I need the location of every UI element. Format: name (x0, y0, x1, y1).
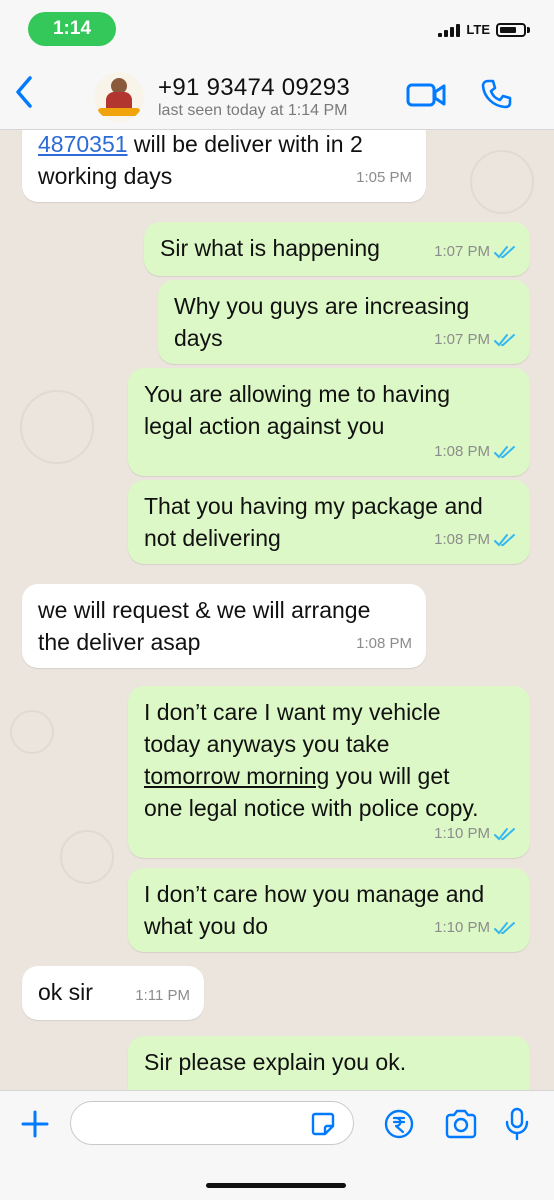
status-time: 1:14 (28, 12, 116, 46)
message-bubble-outgoing[interactable]: Sir what is happening 1:07 PM (144, 222, 530, 276)
message-time: 1:08 PM (434, 443, 490, 460)
contact-last-seen: last seen today at 1:14 PM (158, 102, 348, 119)
wallpaper-doodle (10, 710, 54, 754)
message-bubble-outgoing[interactable]: You are allowing me to having legal acti… (128, 368, 530, 476)
avatar[interactable] (94, 72, 144, 122)
message-time: 1:10 PM (434, 825, 490, 842)
message-bubble-outgoing[interactable]: That you having my package and not deliv… (128, 480, 530, 564)
message-bubble-outgoing[interactable]: I don’t care I want my vehicle today any… (128, 686, 530, 858)
message-bubble-outgoing[interactable]: Sir please explain you ok. (128, 1036, 530, 1090)
read-receipt-icon (494, 534, 515, 547)
read-receipt-icon (494, 446, 515, 459)
wallpaper-doodle (470, 150, 534, 214)
home-indicator[interactable] (206, 1183, 346, 1188)
microphone-icon[interactable] (504, 1107, 530, 1141)
message-time: 1:11 PM (135, 987, 190, 1004)
message-bubble-outgoing[interactable]: I don’t care how you manage and what you… (128, 868, 530, 952)
message-bubble-incoming[interactable]: 4870351 will be deliver with in 2 workin… (22, 130, 426, 202)
rupee-payment-icon[interactable] (384, 1109, 414, 1139)
cellular-signal-icon (438, 23, 461, 37)
status-indicators: LTE (438, 22, 530, 37)
contact-name[interactable]: +91 93474 09293 (158, 74, 350, 102)
sticker-icon[interactable] (310, 1111, 336, 1137)
message-time: 1:10 PM (434, 919, 490, 936)
message-time: 1:08 PM (356, 635, 412, 652)
message-bubble-outgoing[interactable]: Why you guys are increasing days 1:07 PM (158, 280, 530, 364)
chat-area[interactable]: 4870351 will be deliver with in 2 workin… (0, 130, 554, 1090)
read-receipt-icon (494, 922, 515, 935)
message-time: 1:05 PM (356, 169, 412, 186)
read-receipt-icon (494, 246, 515, 259)
message-link[interactable]: 4870351 (38, 131, 128, 157)
wallpaper-doodle (60, 830, 114, 884)
message-bubble-incoming[interactable]: we will request & we will arrange the de… (22, 584, 426, 668)
message-time: 1:08 PM (434, 531, 490, 548)
read-receipt-icon (494, 334, 515, 347)
message-time: 1:07 PM (434, 243, 490, 260)
message-bubble-incoming[interactable]: ok sir 1:11 PM (22, 966, 204, 1020)
battery-tip (527, 26, 530, 33)
phone-call-icon[interactable] (480, 78, 512, 110)
status-bar: 1:14 LTE (0, 0, 554, 56)
back-chevron-icon[interactable] (10, 74, 40, 110)
camera-icon[interactable] (444, 1109, 478, 1139)
message-time: 1:07 PM (434, 331, 490, 348)
message-input-bar (0, 1090, 554, 1200)
underlined-phrase[interactable]: tomorrow morning (144, 763, 329, 789)
video-call-icon[interactable] (406, 80, 446, 110)
battery-icon (496, 22, 526, 37)
read-receipt-icon (494, 828, 515, 841)
chat-header: +91 93474 09293 last seen today at 1:14 … (0, 56, 554, 130)
wallpaper-doodle (20, 390, 94, 464)
plus-icon[interactable] (20, 1109, 50, 1139)
network-type: LTE (466, 22, 490, 37)
